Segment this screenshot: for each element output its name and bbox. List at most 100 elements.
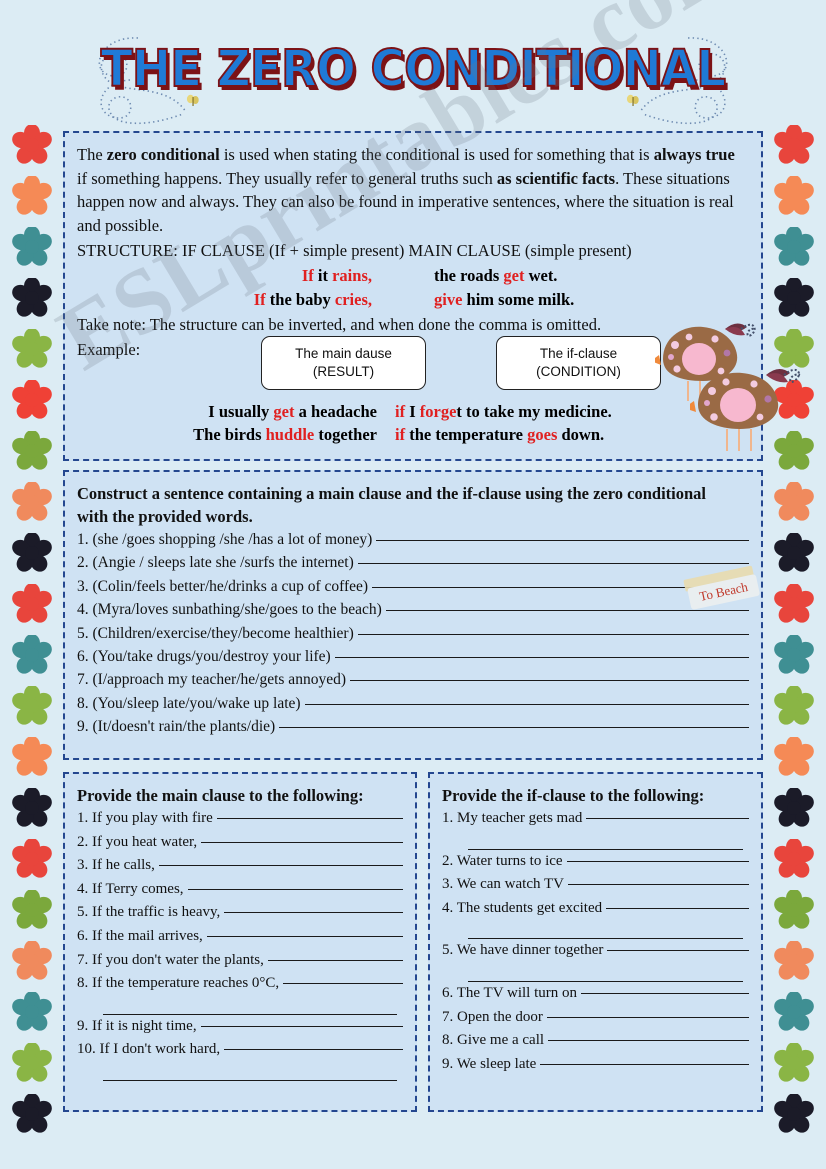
example2-if-lead: If [253, 290, 266, 309]
if-clause-answer-blank-continued[interactable] [468, 920, 743, 940]
flower-icon [12, 379, 52, 420]
if-clause-item-list: 1. My teacher gets mad 2. Water turns to … [442, 807, 749, 1076]
flower-icon [12, 1042, 52, 1083]
if-clause-answer-blank[interactable] [606, 907, 749, 909]
construct-answer-blank[interactable] [334, 657, 749, 659]
main-clause-answer-blank-continued[interactable] [103, 1062, 397, 1081]
explanation-run-2: is used when stating the conditional is … [219, 145, 654, 164]
flower-icon [12, 940, 52, 981]
construct-item-text: 5. (Children/exercise/they/become health… [77, 624, 354, 642]
if-clause-answer-blank[interactable] [581, 992, 749, 994]
if-clause-answer-blank[interactable] [607, 950, 749, 952]
main-clause-item: 6. If the mail arrives, [77, 925, 403, 949]
flower-icon [774, 787, 814, 828]
if-clause-answer-blank[interactable] [546, 1016, 749, 1018]
main-clause-item-text: 5. If the traffic is heavy, [77, 904, 221, 921]
main-clause-answer-blank[interactable] [158, 865, 403, 867]
main-clause-answer-blank[interactable] [206, 935, 403, 937]
construct-answer-blank[interactable] [357, 633, 749, 635]
flower-icon [12, 277, 52, 318]
construct-answer-blank[interactable] [349, 680, 749, 682]
construct-item: 4. (Myra/loves sunbathing/she/goes to th… [77, 598, 749, 621]
construct-item-text: 2. (Angie / sleeps late she /surfs the i… [77, 554, 354, 572]
explanation-panel: The zero conditional is used when statin… [63, 131, 801, 461]
flower-icon [12, 991, 52, 1032]
if-clause-answer-blank[interactable] [566, 860, 749, 862]
if-clause-answer-blank-continued[interactable] [468, 831, 743, 850]
flower-icon [12, 481, 52, 522]
construct-instruction-line1: Construct a sentence containing a main c… [77, 484, 706, 503]
inv1-right-red1: if [395, 402, 406, 421]
if-clause-item: 3. We can watch TV [442, 873, 749, 897]
example2-main-tail: him some milk. [462, 290, 575, 309]
main-clause-item: 9. If it is night time, [77, 1015, 403, 1039]
flower-icon [12, 124, 52, 165]
if-clause-answer-blank[interactable] [586, 818, 749, 819]
example1-if-lead: If [301, 266, 314, 285]
main-clause-item-text: 3. If he calls, [77, 857, 155, 874]
if-clause-answer-blank[interactable] [540, 1063, 749, 1065]
inverted-example-row-2: The birds huddle together if the tempera… [77, 423, 753, 446]
construct-item: 2. (Angie / sleeps late she /surfs the i… [77, 551, 749, 574]
if-clause-item-text: 2. Water turns to ice [442, 852, 563, 869]
main-clause-item: 1. If you play with fire [77, 807, 403, 831]
main-clause-box-line1: The main dause [295, 346, 392, 361]
main-clause-answer-blank[interactable] [200, 1025, 403, 1027]
if-clause-item: 9. We sleep late [442, 1053, 749, 1077]
construct-item-text: 1. (she /goes shopping /she /has a lot o… [77, 531, 373, 548]
flower-icon [12, 583, 52, 624]
construct-item-list: 1. (she /goes shopping /she /has a lot o… [77, 528, 749, 739]
construct-answer-blank[interactable] [357, 563, 749, 565]
main-clause-item-text: 4. If Terry comes, [77, 880, 184, 897]
main-clause-answer-blank[interactable] [201, 841, 403, 843]
bird-clipart-lower [684, 359, 810, 460]
if-clause-item-text: 6. The TV will turn on [442, 984, 577, 1001]
construct-item-text: 3. (Colin/feels better/he/drinks a cup o… [77, 577, 369, 595]
structure-line: STRUCTURE: IF CLAUSE (If + simple presen… [77, 241, 632, 260]
main-clause-answer-blank[interactable] [283, 983, 403, 985]
main-clause-answer-blank[interactable] [267, 959, 403, 961]
explanation-run-0: The [77, 145, 107, 164]
flower-icon [774, 124, 814, 165]
if-clause-item: 8. Give me a call [442, 1029, 749, 1053]
if-clause-heading: Provide the if-clause to the following: [442, 786, 705, 805]
inv1-left-post: a headache [294, 402, 377, 421]
example1-main-red: get [503, 266, 525, 285]
if-clause-answer-blank[interactable] [567, 884, 749, 886]
construct-answer-blank[interactable] [304, 703, 749, 705]
explanation-run-3: always true [653, 145, 735, 164]
construct-item: 7. (I/approach my teacher/he/gets annoye… [77, 668, 749, 691]
flower-icon [774, 838, 814, 879]
inv2-left-red: huddle [265, 425, 315, 444]
main-clause-item-text: 8. If the temperature reaches 0°C, [77, 975, 280, 992]
construct-instruction-line2: with the provided words. [77, 507, 253, 526]
if-clause-answer-blank-continued[interactable] [468, 963, 743, 982]
main-clause-item: 3. If he calls, [77, 854, 403, 878]
main-clause-box-line2: (RESULT) [312, 364, 375, 379]
main-clause-heading: Provide the main clause to the following… [77, 786, 364, 805]
construct-answer-blank[interactable] [279, 727, 749, 729]
flower-icon [774, 736, 814, 777]
main-clause-answer-blank[interactable] [216, 818, 403, 819]
flower-icon [12, 532, 52, 573]
main-clause-item-text: 2. If you heat water, [77, 833, 198, 850]
construct-item-text: 7. (I/approach my teacher/he/gets annoye… [77, 671, 346, 689]
flower-border-right [766, 124, 822, 1133]
construct-item: 3. (Colin/feels better/he/drinks a cup o… [77, 575, 749, 598]
title-banner: THE ZERO CONDITIONAL [0, 28, 826, 125]
construct-answer-blank[interactable] [376, 540, 749, 541]
flower-icon [774, 991, 814, 1032]
main-clause-answer-blank-continued[interactable] [103, 996, 397, 1015]
explanation-run-5: as scientific facts [496, 168, 616, 188]
flower-icon [12, 226, 52, 267]
main-clause-answer-blank[interactable] [224, 1049, 403, 1051]
construct-item-text: 8. (You/sleep late/you/wake up late) [77, 694, 301, 712]
main-clause-answer-blank[interactable] [224, 912, 403, 914]
if-clause-answer-blank[interactable] [548, 1040, 749, 1042]
inv2-right-red1: if [395, 425, 406, 444]
construct-item: 1. (she /goes shopping /she /has a lot o… [77, 528, 749, 551]
if-clause-item-text: 1. My teacher gets mad [442, 810, 583, 826]
main-clause-answer-blank[interactable] [187, 888, 403, 890]
if-clause-item: 6. The TV will turn on [442, 982, 749, 1006]
flower-icon [12, 838, 52, 879]
